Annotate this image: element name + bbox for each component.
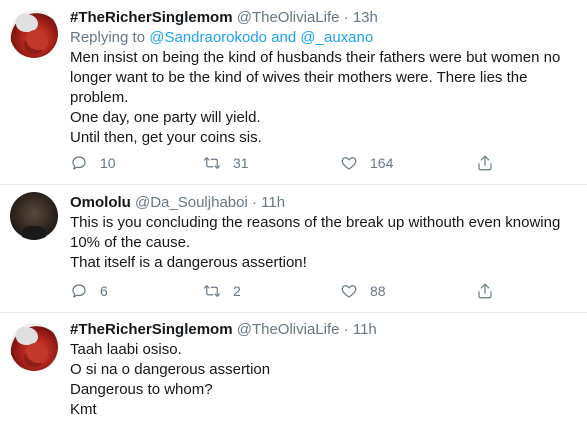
mention-link[interactable]: @_auxano: [300, 29, 373, 46]
share-icon: [478, 283, 492, 299]
reply-icon: [72, 284, 86, 298]
heart-icon: [341, 285, 357, 298]
like-button[interactable]: 88: [340, 281, 386, 301]
text-line: longer want to be the kind of wives thei…: [70, 69, 528, 86]
separator: ·: [343, 321, 349, 338]
display-name[interactable]: Omololu: [70, 194, 131, 211]
share-button[interactable]: [476, 153, 506, 173]
timestamp[interactable]: 13h: [353, 9, 378, 26]
tweet-2[interactable]: Omololu @Da_Souljhaboi · 11h This is you…: [0, 185, 587, 313]
like-count: 164: [370, 155, 394, 171]
user-handle[interactable]: @Da_Souljhaboi: [135, 194, 248, 211]
text-line: problem.: [70, 89, 129, 106]
retweet-count: 31: [233, 155, 249, 171]
tweet-text: Men insist on being the kind of husbands…: [70, 48, 575, 148]
reply-count: 6: [100, 283, 108, 299]
text-line: That itself is a dangerous assertion!: [70, 254, 307, 271]
timestamp[interactable]: 11h: [261, 194, 285, 211]
text-line: 10% of the cause.: [70, 234, 191, 251]
text-line: Kmt: [70, 401, 97, 418]
retweet-icon: [203, 285, 221, 297]
tweet-text: This is you concluding the reasons of th…: [70, 213, 575, 273]
retweet-button[interactable]: 2: [203, 281, 241, 301]
reply-count: 10: [100, 155, 116, 171]
reply-button[interactable]: 10: [70, 153, 116, 173]
separator: ·: [343, 9, 349, 26]
tweet-1[interactable]: #TheRicherSinglemom @TheOliviaLife · 13h…: [0, 0, 587, 186]
text-line: O si na o dangerous assertion: [70, 361, 271, 378]
user-handle[interactable]: @TheOliviaLife: [237, 9, 340, 26]
timestamp[interactable]: 11h: [353, 321, 377, 338]
text-line: This is you concluding the reasons of th…: [70, 214, 561, 231]
retweet-button[interactable]: 31: [203, 153, 249, 173]
retweet-icon: [203, 157, 221, 169]
share-button[interactable]: [476, 281, 506, 301]
user-handle[interactable]: @TheOliviaLife: [237, 321, 340, 338]
text-line: Until then, get your coins sis.: [70, 129, 262, 146]
avatar[interactable]: [10, 10, 58, 58]
text-line: Taah laabi osiso.: [70, 341, 182, 358]
tweet-actions: 6 2 88: [70, 281, 510, 301]
display-name[interactable]: #TheRicherSinglemom: [70, 9, 233, 26]
display-name[interactable]: #TheRicherSinglemom: [70, 321, 233, 338]
avatar[interactable]: [10, 192, 58, 240]
share-icon: [478, 155, 492, 171]
tweet-header: #TheRicherSinglemom @TheOliviaLife · 13h: [70, 8, 575, 28]
text-line: One day, one party will yield.: [70, 109, 261, 126]
avatar[interactable]: [10, 323, 58, 371]
tweet-actions: 10 31 164: [70, 153, 510, 173]
like-button[interactable]: 164: [340, 153, 393, 173]
tweet-text: Taah laabi osiso. O si na o dangerous as…: [70, 340, 575, 420]
like-count: 88: [370, 283, 386, 299]
retweet-count: 2: [233, 283, 241, 299]
tweet-header: #TheRicherSinglemom @TheOliviaLife · 11h: [70, 320, 575, 340]
heart-icon: [341, 157, 357, 170]
reply-prefix: Replying to: [70, 29, 146, 46]
text-line: Dangerous to whom?: [70, 381, 213, 398]
reply-icon: [72, 156, 86, 170]
separator: ·: [251, 194, 257, 211]
reply-button[interactable]: 6: [70, 281, 108, 301]
reply-and: and: [271, 29, 297, 46]
mention-link[interactable]: @Sandraorokodo: [149, 29, 267, 46]
tweet-3[interactable]: #TheRicherSinglemom @TheOliviaLife · 11h…: [0, 313, 587, 424]
replying-to: Replying to @Sandraorokodo and @_auxano: [70, 28, 575, 48]
tweet-header: Omololu @Da_Souljhaboi · 11h: [70, 193, 575, 213]
text-line: Men insist on being the kind of husbands…: [70, 49, 561, 66]
